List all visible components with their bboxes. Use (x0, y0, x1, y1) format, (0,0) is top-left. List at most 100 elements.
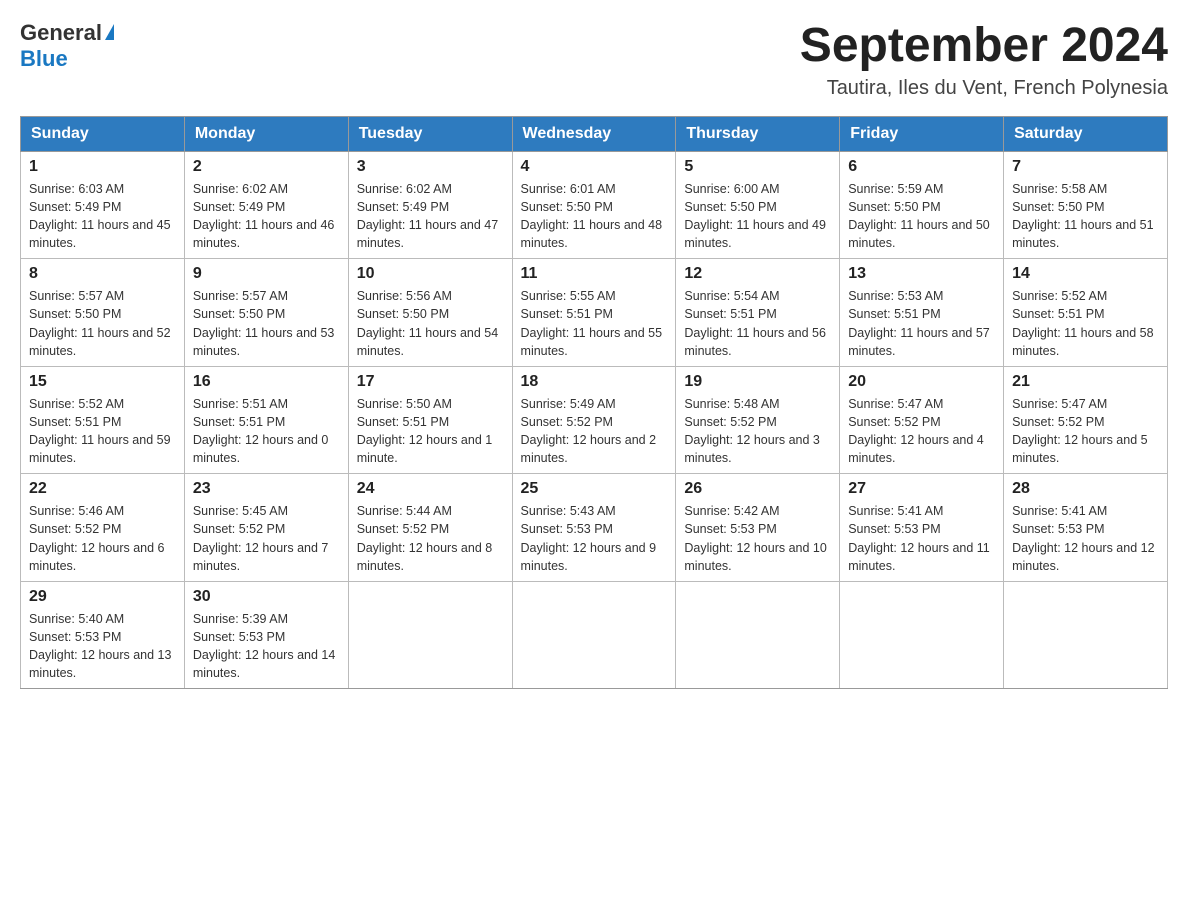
header-monday: Monday (184, 116, 348, 151)
day-number: 16 (193, 373, 340, 391)
day-number: 29 (29, 588, 176, 606)
calendar-cell: 2 Sunrise: 6:02 AMSunset: 5:49 PMDaylight… (184, 151, 348, 259)
calendar-cell: 5 Sunrise: 6:00 AMSunset: 5:50 PMDaylight… (676, 151, 840, 259)
day-number: 15 (29, 373, 176, 391)
calendar-cell: 28 Sunrise: 5:41 AMSunset: 5:53 PMDayligh… (1004, 474, 1168, 582)
calendar-cell: 8 Sunrise: 5:57 AMSunset: 5:50 PMDaylight… (21, 259, 185, 367)
day-info: Sunrise: 5:47 AMSunset: 5:52 PMDaylight:… (1012, 395, 1159, 468)
calendar-cell: 30 Sunrise: 5:39 AMSunset: 5:53 PMDayligh… (184, 581, 348, 689)
calendar-cell: 11Sunrise: 5:55 AMSunset: 5:51 PMDayligh… (512, 259, 676, 367)
logo-triangle-icon (105, 24, 114, 40)
day-info: Sunrise: 5:48 AMSunset: 5:52 PMDaylight:… (684, 395, 831, 468)
day-number: 12 (684, 265, 831, 283)
day-number: 24 (357, 480, 504, 498)
day-info: Sunrise: 5:44 AMSunset: 5:52 PMDaylight:… (357, 502, 504, 575)
day-number: 10 (357, 265, 504, 283)
day-number: 27 (848, 480, 995, 498)
day-number: 23 (193, 480, 340, 498)
day-number: 25 (521, 480, 668, 498)
day-info: Sunrise: 5:56 AMSunset: 5:50 PMDaylight:… (357, 287, 504, 360)
day-number: 6 (848, 158, 995, 176)
day-info: Sunrise: 5:46 AMSunset: 5:52 PMDaylight:… (29, 502, 176, 575)
calendar-cell: 4Sunrise: 6:01 AMSunset: 5:50 PMDaylight… (512, 151, 676, 259)
calendar-week-row: 29 Sunrise: 5:40 AMSunset: 5:53 PMDayligh… (21, 581, 1168, 689)
page-header: General Blue September 2024 Tautira, Ile… (20, 20, 1168, 100)
day-number: 14 (1012, 265, 1159, 283)
day-info: Sunrise: 5:45 AMSunset: 5:52 PMDaylight:… (193, 502, 340, 575)
day-number: 18 (521, 373, 668, 391)
day-number: 3 (357, 158, 504, 176)
calendar-week-row: 22 Sunrise: 5:46 AMSunset: 5:52 PMDayligh… (21, 474, 1168, 582)
calendar-cell (1004, 581, 1168, 689)
calendar-cell: 13 Sunrise: 5:53 AMSunset: 5:51 PMDayligh… (840, 259, 1004, 367)
day-info: Sunrise: 5:43 AMSunset: 5:53 PMDaylight:… (521, 502, 668, 575)
calendar-cell: 29 Sunrise: 5:40 AMSunset: 5:53 PMDayligh… (21, 581, 185, 689)
calendar-week-row: 1 Sunrise: 6:03 AMSunset: 5:49 PMDaylight… (21, 151, 1168, 259)
header-sunday: Sunday (21, 116, 185, 151)
day-info: Sunrise: 5:42 AMSunset: 5:53 PMDaylight:… (684, 502, 831, 575)
calendar-title: September 2024 (800, 20, 1168, 73)
calendar-cell: 12 Sunrise: 5:54 AMSunset: 5:51 PMDayligh… (676, 259, 840, 367)
calendar-cell (348, 581, 512, 689)
calendar-cell: 1 Sunrise: 6:03 AMSunset: 5:49 PMDaylight… (21, 151, 185, 259)
day-number: 1 (29, 158, 176, 176)
calendar-cell: 18 Sunrise: 5:49 AMSunset: 5:52 PMDayligh… (512, 366, 676, 474)
header-tuesday: Tuesday (348, 116, 512, 151)
calendar-cell: 6 Sunrise: 5:59 AMSunset: 5:50 PMDaylight… (840, 151, 1004, 259)
day-number: 28 (1012, 480, 1159, 498)
calendar-header-row: Sunday Monday Tuesday Wednesday Thursday… (21, 116, 1168, 151)
day-info: Sunrise: 5:59 AMSunset: 5:50 PMDaylight:… (848, 180, 995, 253)
day-number: 11 (521, 265, 668, 283)
calendar-cell: 3 Sunrise: 6:02 AMSunset: 5:49 PMDaylight… (348, 151, 512, 259)
day-info: Sunrise: 6:00 AMSunset: 5:50 PMDaylight:… (684, 180, 831, 253)
day-number: 26 (684, 480, 831, 498)
calendar-cell: 20Sunrise: 5:47 AMSunset: 5:52 PMDayligh… (840, 366, 1004, 474)
calendar-cell: 14 Sunrise: 5:52 AMSunset: 5:51 PMDayligh… (1004, 259, 1168, 367)
day-info: Sunrise: 5:39 AMSunset: 5:53 PMDaylight:… (193, 610, 340, 683)
day-info: Sunrise: 5:53 AMSunset: 5:51 PMDaylight:… (848, 287, 995, 360)
header-friday: Friday (840, 116, 1004, 151)
day-info: Sunrise: 5:40 AMSunset: 5:53 PMDaylight:… (29, 610, 176, 683)
calendar-cell: 27 Sunrise: 5:41 AMSunset: 5:53 PMDayligh… (840, 474, 1004, 582)
day-number: 8 (29, 265, 176, 283)
day-info: Sunrise: 5:41 AMSunset: 5:53 PMDaylight:… (1012, 502, 1159, 575)
day-info: Sunrise: 5:52 AMSunset: 5:51 PMDaylight:… (1012, 287, 1159, 360)
calendar-cell: 26 Sunrise: 5:42 AMSunset: 5:53 PMDayligh… (676, 474, 840, 582)
day-number: 20 (848, 373, 995, 391)
day-info: Sunrise: 5:50 AMSunset: 5:51 PMDaylight:… (357, 395, 504, 468)
day-number: 4 (521, 158, 668, 176)
calendar-cell: 23 Sunrise: 5:45 AMSunset: 5:52 PMDayligh… (184, 474, 348, 582)
day-number: 5 (684, 158, 831, 176)
calendar-body: 1 Sunrise: 6:03 AMSunset: 5:49 PMDaylight… (21, 151, 1168, 689)
day-info: Sunrise: 5:49 AMSunset: 5:52 PMDaylight:… (521, 395, 668, 468)
day-info: Sunrise: 5:57 AMSunset: 5:50 PMDaylight:… (29, 287, 176, 360)
header-thursday: Thursday (676, 116, 840, 151)
day-info: Sunrise: 6:02 AMSunset: 5:49 PMDaylight:… (193, 180, 340, 253)
logo: General Blue (20, 20, 114, 73)
day-info: Sunrise: 5:54 AMSunset: 5:51 PMDaylight:… (684, 287, 831, 360)
calendar-cell: 21 Sunrise: 5:47 AMSunset: 5:52 PMDayligh… (1004, 366, 1168, 474)
calendar-cell: 25 Sunrise: 5:43 AMSunset: 5:53 PMDayligh… (512, 474, 676, 582)
day-info: Sunrise: 5:41 AMSunset: 5:53 PMDaylight:… (848, 502, 995, 575)
day-number: 7 (1012, 158, 1159, 176)
calendar-week-row: 8 Sunrise: 5:57 AMSunset: 5:50 PMDaylight… (21, 259, 1168, 367)
day-number: 13 (848, 265, 995, 283)
day-number: 19 (684, 373, 831, 391)
day-number: 21 (1012, 373, 1159, 391)
calendar-cell: 22 Sunrise: 5:46 AMSunset: 5:52 PMDayligh… (21, 474, 185, 582)
calendar-cell (676, 581, 840, 689)
day-number: 17 (357, 373, 504, 391)
day-info: Sunrise: 6:02 AMSunset: 5:49 PMDaylight:… (357, 180, 504, 253)
logo-text-general: General (20, 20, 102, 46)
calendar-cell: 17 Sunrise: 5:50 AMSunset: 5:51 PMDayligh… (348, 366, 512, 474)
calendar-cell: 10 Sunrise: 5:56 AMSunset: 5:50 PMDayligh… (348, 259, 512, 367)
calendar-cell: 24 Sunrise: 5:44 AMSunset: 5:52 PMDayligh… (348, 474, 512, 582)
calendar-cell (840, 581, 1004, 689)
calendar-table: Sunday Monday Tuesday Wednesday Thursday… (20, 116, 1168, 690)
day-info: Sunrise: 6:03 AMSunset: 5:49 PMDaylight:… (29, 180, 176, 253)
day-info: Sunrise: 5:51 AMSunset: 5:51 PMDaylight:… (193, 395, 340, 468)
day-info: Sunrise: 5:58 AMSunset: 5:50 PMDaylight:… (1012, 180, 1159, 253)
day-number: 30 (193, 588, 340, 606)
day-number: 22 (29, 480, 176, 498)
day-number: 2 (193, 158, 340, 176)
